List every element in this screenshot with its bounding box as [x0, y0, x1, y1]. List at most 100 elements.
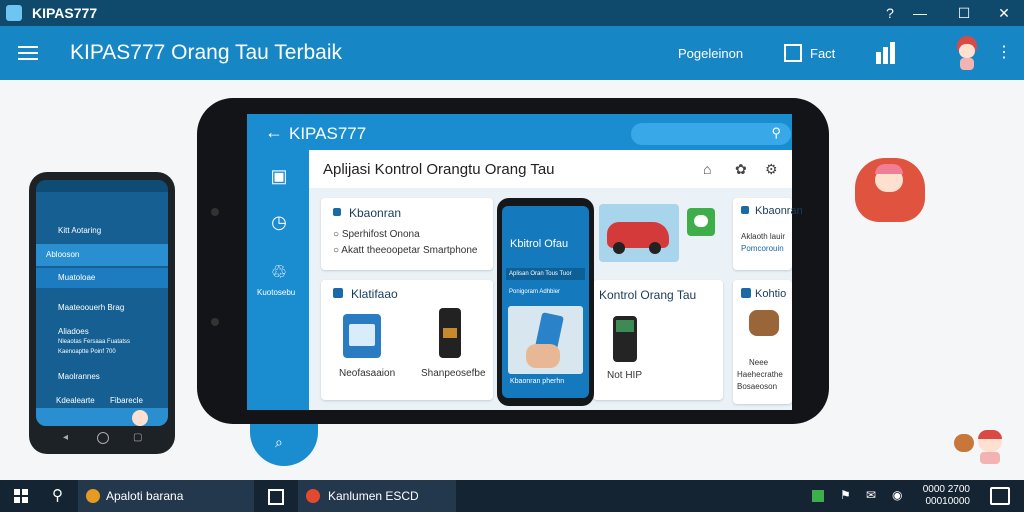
list-item-label[interactable]: Maolrannes [36, 372, 168, 381]
signal-bars-icon[interactable] [876, 42, 902, 64]
window-title-bar: KIPAS777 ? — ☐ ✕ [0, 0, 1024, 26]
tablet-top-bar: ← KIPAS777 ⚲ [247, 114, 792, 150]
radio-option-2[interactable]: ○ Akatt theeoopetar Smartphone [333, 245, 477, 256]
car-image [599, 204, 679, 262]
flower-icon[interactable]: ✿ [735, 161, 747, 178]
card-parental-control[interactable]: Kontrol Orang Tau Not HIP [593, 280, 723, 400]
clock-time: 0000 2700 [922, 484, 970, 495]
card-features[interactable]: Klatifaao Neofasaaion Shanpeosefbe [321, 280, 493, 400]
list-item[interactable]: Aplisan Oran Tous Tuor [506, 268, 585, 280]
panel-title: Aplijasi Kontrol Orangtu Orang Tau [323, 161, 555, 178]
more-options-icon[interactable]: ⋮ [996, 42, 1012, 62]
card-line: Neee [749, 358, 769, 367]
recycle-icon[interactable]: ♲ [267, 262, 291, 286]
sensor-icon [211, 318, 219, 326]
tray-clock[interactable]: 0000 2700 00010000 [918, 484, 970, 508]
avatar[interactable] [954, 36, 980, 70]
help-button[interactable]: ? [876, 3, 904, 23]
tray-network-icon[interactable]: ◉ [892, 488, 902, 502]
card-line: Pomcorouin [741, 244, 784, 253]
app-header: KIPAS777 Orang Tau Terbaik Pogeleinon Fa… [0, 26, 1024, 80]
tray-flag-icon[interactable]: ⚑ [840, 488, 851, 502]
card-right-bottom[interactable]: Kohtio Neee Haehecrathe Bosaeoson [733, 280, 792, 404]
shield-icon [333, 208, 341, 216]
card-line: Haehecrathe [737, 370, 783, 379]
app-2-icon [306, 489, 320, 503]
feature-label: Shanpeosefbe [421, 368, 486, 379]
camera-icon [211, 208, 219, 216]
tab-left[interactable]: Kdealearte [36, 396, 96, 405]
phone-header: Kitt Aotaring [58, 226, 102, 235]
task-view-icon[interactable] [268, 489, 284, 505]
nav-link-pogeleinon[interactable]: Pogeleinon [678, 46, 743, 61]
panel-header: Aplijasi Kontrol Orangtu Orang Tau ⌂ ✿ ⚙ [309, 150, 792, 188]
tag-icon [741, 206, 749, 214]
toy-icon [749, 310, 779, 336]
maximize-button[interactable]: ☐ [950, 3, 978, 23]
card-controls[interactable]: Kbaonran ○ Sperhifost Onona ○ Akatt thee… [321, 198, 493, 270]
cube-icon [784, 44, 802, 62]
side-label: Kuotosebu [257, 288, 296, 297]
list-item-label[interactable]: Aliadoes [36, 327, 168, 336]
radio-option-1[interactable]: ○ Sperhifost Onona [333, 229, 420, 240]
app-logo-icon [6, 5, 22, 21]
phone-icon [613, 316, 637, 362]
status-bar [36, 180, 168, 192]
mascot-pair [952, 430, 1012, 466]
hamburger-menu-icon[interactable] [18, 42, 38, 64]
window-title: KIPAS777 [32, 5, 98, 21]
list-item[interactable]: Ponigoram Adhbier [506, 286, 585, 298]
minimize-button[interactable]: — [906, 3, 934, 23]
settings-icon[interactable]: ⚙ [765, 161, 778, 178]
list-item-label[interactable]: Maateoouerh Brag [36, 303, 168, 312]
taskbar-app-2[interactable]: Kanlumen ESCD [298, 480, 456, 512]
clock-icon[interactable]: ◷ [267, 212, 291, 236]
taskbar: ⚲ Apaloti barana Kanlumen ESCD ⚑ ✉ ◉ 000… [0, 480, 1024, 512]
list-item-sub: Nleaotas Fersaaa Fuatatss [58, 339, 131, 345]
nav-home-icon[interactable] [97, 432, 109, 444]
inner-phone-screen: Kbitrol Ofau Aplisan Oran Tous Tuor Poni… [502, 206, 589, 398]
left-phone: Kitt Aotaring Ablooson Muatoloae Maateoo… [29, 172, 175, 454]
card-title: Kbaonran [349, 206, 402, 220]
list-item-label: Ablooson [46, 250, 80, 259]
card-right-top[interactable]: Kbaonran Aklaoth lauir Pomcorouin [733, 198, 803, 270]
back-arrow-icon[interactable]: ← [265, 122, 283, 143]
search-input[interactable]: ⚲ [631, 123, 791, 145]
inner-phone-caption: Kbaonran pherhn [510, 378, 565, 385]
app-1-icon [86, 489, 100, 503]
chat-app-icon[interactable] [687, 208, 715, 236]
card-label: Not HIP [607, 370, 643, 381]
left-phone-screen: Kitt Aotaring Ablooson Muatoloae Maateoo… [36, 180, 168, 426]
card-title: Kohtio [755, 288, 787, 300]
nav-back-icon[interactable]: ◂ [63, 432, 68, 443]
list-item-label: Muatoloae [58, 273, 96, 282]
inner-phone-title: Kbitrol Ofau [510, 238, 569, 250]
search-icon: ⚲ [771, 125, 781, 140]
clock-date: 00010000 [925, 496, 971, 507]
tab-right[interactable]: Fibarecle [110, 396, 168, 405]
hand-phone-image [508, 306, 583, 374]
close-button[interactable]: ✕ [990, 3, 1018, 23]
card-title: Klatifaao [351, 287, 398, 301]
app-box-icon [343, 314, 381, 358]
card-line: Bosaeoson [737, 382, 778, 391]
device-icon [439, 308, 461, 358]
location-pin-badge: ⌕ [250, 424, 318, 466]
notification-icon[interactable] [990, 487, 1010, 505]
windows-start-icon[interactable] [14, 489, 28, 503]
nav-recent-icon[interactable]: ▢ [133, 432, 142, 443]
nav-link-fact[interactable]: Fact [810, 46, 835, 61]
box-icon [333, 288, 343, 298]
search-icon[interactable]: ⚲ [52, 486, 63, 504]
taskbar-app-1[interactable]: Apaloti barana [78, 480, 254, 512]
inner-phone: Kbitrol Ofau Aplisan Oran Tous Tuor Poni… [497, 198, 594, 406]
gift-icon [741, 288, 751, 298]
folder-icon[interactable]: ▣ [267, 166, 291, 190]
tablet-brand: KIPAS777 [289, 124, 367, 143]
mascot-bubble [855, 158, 925, 222]
tray-chat-icon[interactable]: ✉ [866, 488, 876, 502]
list-item-sub: Kaenoaptte Poinf 700 [58, 349, 116, 355]
tray-app-icon[interactable] [812, 490, 824, 502]
card-line: Aklaoth lauir [741, 232, 786, 241]
home-icon[interactable]: ⌂ [703, 161, 711, 177]
